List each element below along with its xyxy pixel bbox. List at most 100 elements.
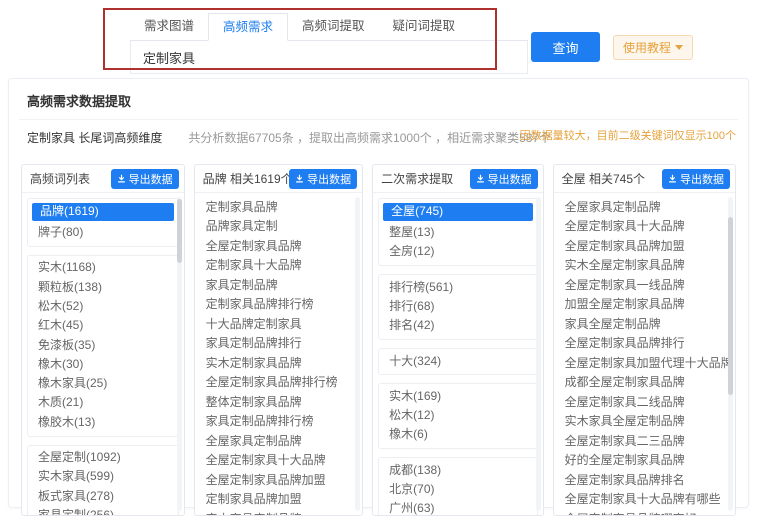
- list-item[interactable]: 实木全屋定制家具品牌: [559, 257, 730, 275]
- column-high-freq-word-list: 高频词列表 导出数据 品牌(1619) 牌子(80) 实木(1168) 颗粒板(138…: [21, 164, 185, 516]
- list-item[interactable]: 免漆板(35): [30, 336, 176, 354]
- list-item[interactable]: 加盟全屋定制家具品牌: [559, 296, 730, 314]
- list-item[interactable]: 实木(169): [381, 387, 535, 405]
- list-item[interactable]: 成都(138): [381, 461, 535, 479]
- list-item[interactable]: 家具定制品牌排行: [200, 335, 358, 353]
- list-item[interactable]: 实木定制家具品牌: [200, 354, 358, 372]
- tutorial-dropdown-button[interactable]: 使用教程: [613, 35, 694, 60]
- list-item[interactable]: 橡胶木(13): [30, 413, 176, 431]
- list-item[interactable]: 全屋定制家具二三品牌: [559, 432, 730, 450]
- list-item[interactable]: 木质(21): [30, 394, 176, 412]
- list-item[interactable]: 橡木家具(25): [30, 375, 176, 393]
- tab-bar: 需求图谱 高频需求 高频词提取 疑问词提取: [130, 13, 528, 41]
- export-data-button[interactable]: 导出数据: [469, 168, 538, 189]
- tab-high-freq-words[interactable]: 高频词提取: [288, 13, 379, 40]
- data-limit-notice: 因数据量较大，目前二级关键词仅显示100个: [519, 130, 736, 142]
- list-item[interactable]: 全屋定制家具品牌排行榜: [200, 374, 358, 392]
- keyword-list: 全屋(745) 整屋(13) 全房(12) 排行榜(561) 排行(68) 排名(42) 十…: [373, 193, 543, 515]
- export-label: 导出数据: [487, 173, 532, 186]
- tab-question-words[interactable]: 疑问词提取: [379, 13, 470, 40]
- keyword-list: 定制家具品牌 品牌家具定制 全屋定制家具品牌 定制家具十大品牌 家具定制品牌 定制家具品牌…: [195, 193, 363, 515]
- download-icon: [296, 174, 304, 183]
- keyword-group: 品牌(1619) 牌子(80): [27, 198, 179, 248]
- list-item[interactable]: 松木(12): [381, 407, 535, 425]
- list-item[interactable]: 全屋定制家具一线品牌: [559, 276, 730, 294]
- scrollbar-thumb[interactable]: [727, 217, 733, 395]
- list-item[interactable]: 排行(68): [381, 298, 535, 316]
- list-item[interactable]: 实木家具(599): [30, 468, 176, 486]
- list-item[interactable]: 全屋定制家具品牌加盟: [200, 471, 358, 489]
- analysis-keyword: 定制家具 长尾词高频维度: [27, 131, 163, 145]
- list-item[interactable]: 板式家具(278): [30, 487, 176, 505]
- list-item[interactable]: 整屋(13): [381, 224, 535, 242]
- keyword-search-input[interactable]: [130, 41, 528, 74]
- list-item[interactable]: 全屋定制家具品牌排名: [559, 471, 730, 489]
- list-item[interactable]: 家具全屋定制品牌: [559, 315, 730, 333]
- list-item[interactable]: 全屋定制家具十大品牌: [559, 218, 730, 236]
- export-data-button[interactable]: 导出数据: [289, 168, 358, 189]
- list-item[interactable]: 全屋家具定制品牌: [200, 432, 358, 450]
- keyword-group: 十大(324): [378, 348, 538, 376]
- keyword-group: 实木(1168) 颗粒板(138) 松木(52) 红木(45) 免漆板(35) 橡木(30…: [27, 255, 179, 437]
- list-item[interactable]: 牌子(80): [30, 224, 176, 242]
- download-icon: [669, 174, 676, 183]
- keyword-columns: 高频词列表 导出数据 品牌(1619) 牌子(80) 实木(1168) 颗粒板(138…: [19, 164, 738, 516]
- list-item[interactable]: 全屋(745): [383, 203, 533, 221]
- list-item[interactable]: 全屋定制(1092): [30, 449, 176, 467]
- list-item[interactable]: 定制家具品牌排行榜: [200, 296, 358, 314]
- list-item[interactable]: 好的全屋定制家具品牌: [559, 452, 730, 470]
- list-item[interactable]: 全屋定制家具品牌排行: [559, 335, 730, 353]
- list-item[interactable]: 北京(70): [381, 481, 535, 499]
- list-item[interactable]: 全屋定制家具品牌加盟: [559, 237, 730, 255]
- list-item[interactable]: 定制家具品牌: [200, 198, 358, 216]
- list-item[interactable]: 家具定制品牌排行榜: [200, 413, 358, 431]
- list-item[interactable]: 十大品牌定制家具: [200, 315, 358, 333]
- list-item[interactable]: 实木家具定制品牌: [200, 510, 358, 515]
- export-label: 导出数据: [307, 173, 352, 186]
- query-button[interactable]: 查询: [531, 32, 600, 62]
- list-item[interactable]: 品牌(1619): [32, 203, 174, 221]
- list-item[interactable]: 颗粒板(138): [30, 278, 176, 296]
- list-item[interactable]: 排行榜(561): [381, 278, 535, 296]
- analysis-stats: 共分析数据67705条 ，提取出高频需求1000个 ，相近需求聚类587个: [188, 131, 552, 145]
- scrollbar-thumb[interactable]: [176, 199, 182, 263]
- list-item[interactable]: 十大(324): [381, 352, 535, 370]
- list-item[interactable]: 松木(52): [30, 298, 176, 316]
- list-item[interactable]: 实木家具全屋定制品牌: [559, 413, 730, 431]
- column-title: 二次需求提取: [381, 172, 454, 186]
- list-item[interactable]: 全房(12): [381, 243, 535, 261]
- list-item[interactable]: 定制家具十大品牌: [200, 257, 358, 275]
- export-data-button[interactable]: 导出数据: [661, 168, 730, 189]
- high-freq-demand-panel: 高频需求数据提取 定制家具 长尾词高频维度 共分析数据67705条 ，提取出高频…: [8, 78, 749, 516]
- chevron-down-icon: [675, 45, 684, 50]
- keyword-list: 品牌(1619) 牌子(80) 实木(1168) 颗粒板(138) 松木(52) 红木(4…: [22, 193, 184, 515]
- top-toolbar: 需求图谱 高频需求 高频词提取 疑问词提取 查询 使用教程: [0, 0, 757, 78]
- keyword-group: 全屋(745) 整屋(13) 全房(12): [378, 198, 538, 267]
- list-item[interactable]: 全屋定制家具品牌: [200, 237, 358, 255]
- list-item[interactable]: 全屋定制家具加盟代理十大品牌厂家: [559, 354, 730, 372]
- column-title: 高频词列表: [30, 172, 91, 186]
- tab-high-freq-demand[interactable]: 高频需求: [208, 13, 289, 41]
- list-item[interactable]: 实木(1168): [30, 259, 176, 277]
- list-item[interactable]: 橡木(6): [381, 426, 535, 444]
- list-item[interactable]: 红木(45): [30, 317, 176, 335]
- export-data-button[interactable]: 导出数据: [110, 168, 179, 189]
- tutorial-label: 使用教程: [623, 41, 672, 55]
- list-item[interactable]: 全屋定制家具二线品牌: [559, 393, 730, 411]
- list-item[interactable]: 整体定制家具品牌: [200, 393, 358, 411]
- list-item[interactable]: 全屋定制家具品牌哪家好: [559, 510, 730, 515]
- list-item[interactable]: 广州(63): [381, 500, 535, 515]
- column-secondary-demand: 二次需求提取 导出数据 全屋(745) 整屋(13) 全房(12) 排行榜(561) 排…: [372, 164, 544, 516]
- list-item[interactable]: 橡木(30): [30, 355, 176, 373]
- column-whole-house-related: 全屋 相关745个 导出数据 全屋家具定制品牌 全屋定制家具十大品牌 全屋定制家具品…: [552, 164, 736, 516]
- list-item[interactable]: 排名(42): [381, 317, 535, 335]
- list-item[interactable]: 品牌家具定制: [200, 218, 358, 236]
- keyword-group: 全屋定制(1092)实木家具(599)板式家具(278)家具定制(256)办公家…: [27, 444, 179, 515]
- list-item[interactable]: 成都全屋定制家具品牌: [559, 374, 730, 392]
- list-item[interactable]: 全屋家具定制品牌: [559, 198, 730, 216]
- tab-demand-map[interactable]: 需求图谱: [130, 13, 208, 40]
- list-item[interactable]: 家具定制(256): [30, 506, 176, 515]
- scrollbar-track: [355, 197, 361, 511]
- list-item[interactable]: 家具定制品牌: [200, 276, 358, 294]
- list-item[interactable]: 全屋定制家具十大品牌: [200, 452, 358, 470]
